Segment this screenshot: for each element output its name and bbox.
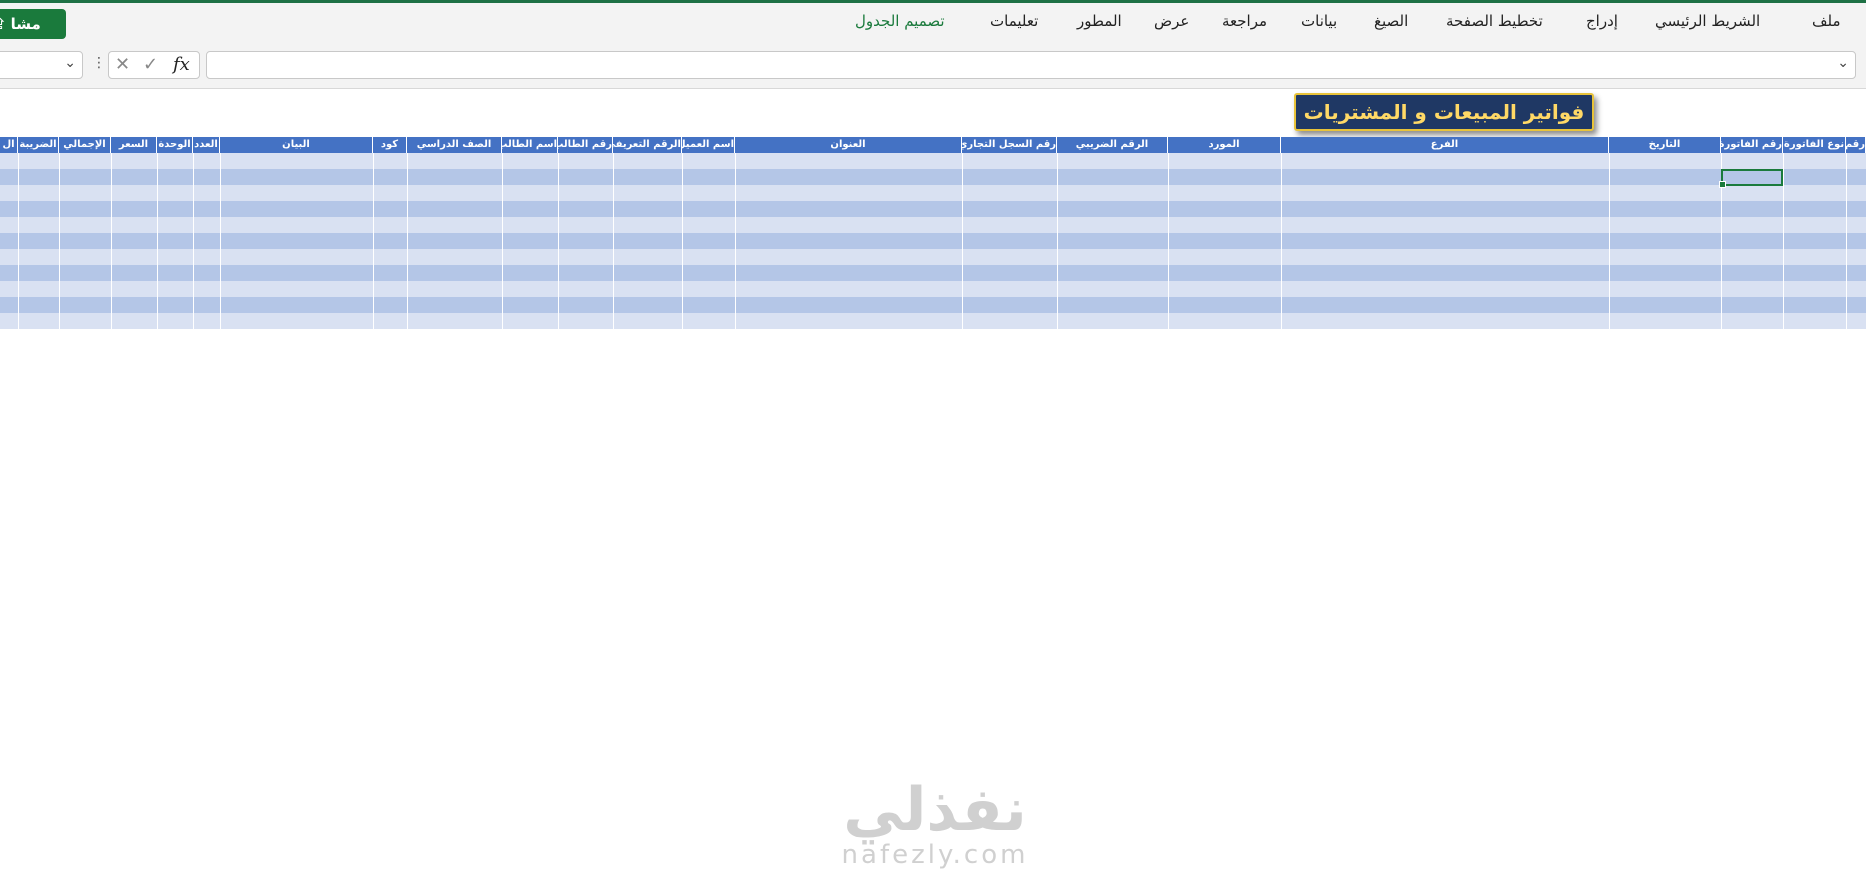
- formula-bar: ⌄ ⋮ ✕ ✓ fx ⌄: [0, 45, 1866, 89]
- table-row[interactable]: [0, 297, 1866, 313]
- name-box[interactable]: ⌄: [0, 51, 83, 79]
- table-row[interactable]: [0, 169, 1866, 185]
- column-divider: [157, 153, 158, 329]
- tab-table-design[interactable]: تصميم الجدول: [855, 12, 945, 30]
- active-cell-selection[interactable]: [1719, 169, 1783, 188]
- cancel-icon[interactable]: ✕: [115, 54, 130, 75]
- tab-developer[interactable]: المطور: [1077, 12, 1122, 30]
- column-divider: [613, 153, 614, 329]
- expand-formula-icon[interactable]: ⌄: [1837, 55, 1849, 71]
- header-cell[interactable]: الضريبة: [18, 137, 59, 153]
- watermark-arabic: نفذلي: [843, 775, 1027, 845]
- header-cell[interactable]: التاريخ: [1609, 137, 1721, 153]
- column-divider: [1783, 153, 1784, 329]
- tab-formulas[interactable]: الصيغ: [1374, 12, 1408, 30]
- tab-insert[interactable]: إدراج: [1586, 12, 1618, 30]
- header-cell[interactable]: المورد: [1168, 137, 1281, 153]
- tab-review[interactable]: مراجعة: [1222, 12, 1267, 30]
- table-row[interactable]: [0, 281, 1866, 297]
- column-divider: [407, 153, 408, 329]
- header-cell[interactable]: العنوان: [735, 137, 962, 153]
- column-divider: [682, 153, 683, 329]
- tab-help[interactable]: تعليمات: [990, 12, 1038, 30]
- column-divider: [1609, 153, 1610, 329]
- header-cell[interactable]: العدد: [193, 137, 220, 153]
- table-row[interactable]: [0, 185, 1866, 201]
- column-divider: [1168, 153, 1169, 329]
- column-divider: [111, 153, 112, 329]
- tab-view[interactable]: عرض: [1154, 12, 1189, 30]
- column-divider: [962, 153, 963, 329]
- header-cell[interactable]: السعر: [111, 137, 157, 153]
- header-cell[interactable]: اسم العميل: [682, 137, 735, 153]
- column-divider: [373, 153, 374, 329]
- column-divider: [220, 153, 221, 329]
- header-cell[interactable]: نوع الفاتورة: [1783, 137, 1846, 153]
- table-row[interactable]: [0, 313, 1866, 329]
- watermark-latin: nafezly.com: [841, 840, 1029, 870]
- column-divider: [1846, 153, 1847, 329]
- table-row[interactable]: [0, 153, 1866, 169]
- table-row[interactable]: [0, 249, 1866, 265]
- table-row[interactable]: [0, 217, 1866, 233]
- header-cell[interactable]: رقم الطالب: [558, 137, 613, 153]
- header-cell[interactable]: الصف الدراسي: [407, 137, 502, 153]
- header-cell[interactable]: الفرع: [1281, 137, 1609, 153]
- header-cell[interactable]: الرقم التعريفي: [613, 137, 682, 153]
- insert-function-button[interactable]: fx: [173, 54, 190, 75]
- share-label: مشا: [10, 15, 41, 33]
- share-icon: ⇪: [0, 15, 7, 33]
- watermark: نفذلي nafezly.com: [820, 780, 1050, 870]
- formula-buttons: ✕ ✓ fx: [108, 51, 200, 79]
- ribbon-tabs-bar: مشا ⇪ ملف الشريط الرئيسي إدراج تخطيط الص…: [0, 3, 1866, 45]
- column-divider: [558, 153, 559, 329]
- sheet-title-shape[interactable]: فواتير المبيعات و المشتريات: [1294, 93, 1594, 131]
- header-cell[interactable]: الرقم الضريبي: [1057, 137, 1168, 153]
- more-options-icon[interactable]: ⋮: [92, 55, 106, 71]
- tab-data[interactable]: بيانات: [1301, 12, 1337, 30]
- share-button[interactable]: مشا ⇪: [0, 9, 66, 39]
- tab-home[interactable]: الشريط الرئيسي: [1655, 12, 1760, 30]
- chevron-down-icon[interactable]: ⌄: [64, 55, 76, 71]
- column-divider: [1057, 153, 1058, 329]
- header-cell[interactable]: الوحدة: [157, 137, 193, 153]
- header-cell[interactable]: ال: [0, 137, 18, 153]
- formula-input[interactable]: ⌄: [206, 51, 1856, 79]
- table-row[interactable]: [0, 265, 1866, 281]
- column-divider: [735, 153, 736, 329]
- table-row[interactable]: [0, 233, 1866, 249]
- header-cell[interactable]: رقم: [1846, 137, 1866, 153]
- header-cell[interactable]: الإجمالي: [59, 137, 111, 153]
- header-cell[interactable]: كود: [373, 137, 407, 153]
- column-divider: [1281, 153, 1282, 329]
- column-divider: [18, 153, 19, 329]
- column-divider: [59, 153, 60, 329]
- table-row[interactable]: [0, 201, 1866, 217]
- confirm-icon[interactable]: ✓: [143, 54, 158, 75]
- header-cell[interactable]: رقم السجل التجاري: [962, 137, 1057, 153]
- header-cell[interactable]: اسم الطالب: [502, 137, 558, 153]
- tab-file[interactable]: ملف: [1812, 12, 1841, 30]
- tab-page-layout[interactable]: تخطيط الصفحة: [1446, 12, 1543, 30]
- column-divider: [193, 153, 194, 329]
- column-divider: [502, 153, 503, 329]
- header-cell[interactable]: البيان: [220, 137, 373, 153]
- header-cell[interactable]: رقم الفاتورة: [1721, 137, 1783, 153]
